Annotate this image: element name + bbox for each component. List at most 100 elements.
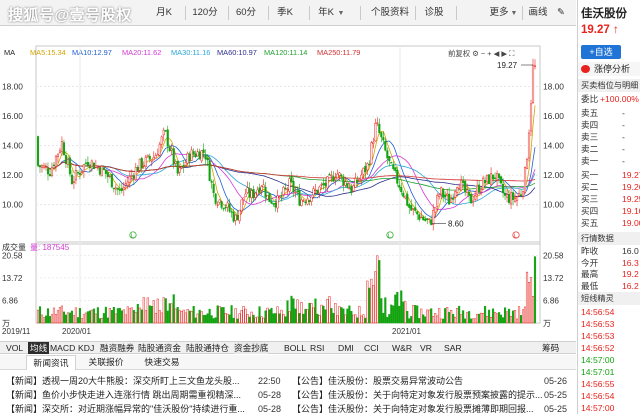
tab-related-quotes[interactable]: 关联报价: [80, 355, 132, 370]
volume-bar: [454, 316, 457, 324]
tab-120min[interactable]: 120分: [190, 5, 220, 21]
volume-bar: [80, 318, 83, 324]
indicator-tab[interactable]: 筹码: [542, 342, 559, 354]
candle: [360, 174, 363, 180]
candle: [404, 195, 407, 199]
candle: [326, 176, 329, 189]
indicator-tab[interactable]: DMI: [338, 342, 354, 354]
tick-row[interactable]: 14:56:52: [578, 342, 640, 354]
volume-tick-left: 13.72: [2, 274, 23, 283]
indicator-tab[interactable]: KDJ: [78, 342, 94, 354]
tab-diagnose[interactable]: 诊股: [422, 5, 446, 21]
quote-row-value: 19.2: [622, 269, 639, 279]
candle: [334, 177, 337, 181]
indicator-tab[interactable]: CCI: [364, 342, 379, 354]
candle: [212, 183, 215, 193]
volume-bar: [472, 318, 475, 324]
indicator-tab[interactable]: 均线: [28, 342, 50, 354]
news-title[interactable]: 【公告】佳沃股份：股票交易异常波动公告: [292, 374, 542, 388]
volume-bar: [156, 298, 159, 324]
volume-bar: [328, 296, 331, 324]
volume-bar: [44, 315, 48, 324]
tab-company-profile[interactable]: 个股资料: [370, 5, 410, 21]
volume-bar: [380, 298, 383, 324]
tick-row[interactable]: 14:56:54: [578, 390, 640, 402]
volume-bar: [226, 313, 229, 324]
more-menu[interactable]: 更多: [489, 5, 509, 21]
indicator-tab[interactable]: W&R: [392, 342, 412, 354]
candle: [470, 194, 473, 204]
volume-bar: [100, 317, 103, 324]
volume-bar: [523, 306, 527, 324]
tab-news[interactable]: 新闻资讯: [26, 355, 76, 370]
indicator-tab[interactable]: VR: [420, 342, 432, 354]
news-title[interactable]: 【新闻】透视一周20大牛熊股：深交所盯上三文鱼龙头股...: [6, 374, 256, 388]
candle: [310, 196, 313, 202]
volume-bar: [360, 315, 363, 324]
order-book-title: 买卖档位与明细: [578, 79, 640, 92]
indicator-tab[interactable]: 融资融券: [100, 342, 134, 354]
news-title[interactable]: 【新闻】鱼价小步快走进入连涨行情 跳出周期需重视精深...: [6, 388, 256, 402]
tick-row[interactable]: 14:56:55: [578, 378, 640, 390]
chevron-down-icon[interactable]: ▼: [336, 5, 346, 21]
tab-season-k[interactable]: 季K: [275, 5, 295, 21]
news-title[interactable]: 【新闻】深交所：对近期涨幅异常的"佳沃股份"持续进行重...: [6, 402, 256, 414]
indicator-tab[interactable]: MACD: [50, 342, 75, 354]
news-row[interactable]: 【新闻】深交所：对近期涨幅异常的"佳沃股份"持续进行重... 05-28 【公告…: [0, 402, 576, 414]
volume-bar: [72, 315, 75, 324]
indicator-tab[interactable]: SAR: [444, 342, 462, 354]
tick-row[interactable]: 14:56:53: [578, 318, 640, 330]
tab-60min[interactable]: 60分: [233, 5, 259, 21]
quote-row-value: -: [622, 108, 625, 118]
volume-bar: [498, 312, 501, 324]
volume-bar: [312, 307, 315, 324]
volume-bar: [242, 305, 245, 324]
wei-bi-label: 委比: [581, 94, 599, 104]
candle: [258, 187, 261, 193]
tab-month-k[interactable]: 月K: [152, 5, 176, 21]
pencil-icon[interactable]: ✎: [551, 5, 571, 21]
candle: [146, 154, 149, 158]
candle: [272, 203, 275, 205]
tick-row[interactable]: 14:57:01: [578, 366, 640, 378]
indicator-tab[interactable]: 陆股通持仓: [186, 342, 229, 354]
volume-bar: [470, 318, 473, 324]
x-axis-label: 2020/01: [62, 327, 91, 336]
indicator-tab[interactable]: BOLL: [284, 342, 306, 354]
news-date: 05-25: [544, 404, 568, 414]
news-title[interactable]: 【公告】佳沃股份：关于向特定对象发行股票预案披露的提示...: [292, 388, 542, 402]
volume-bar: [202, 314, 205, 324]
volume-bar: [525, 271, 529, 324]
tick-row[interactable]: 14:57:00: [578, 354, 640, 366]
indicator-tab[interactable]: 陆股通资金: [138, 342, 181, 354]
stock-price: 19.27 ↑: [581, 24, 619, 36]
tick-row[interactable]: 14:56:54: [578, 306, 640, 318]
news-row[interactable]: 【新闻】透视一周20大牛熊股：深交所盯上三文鱼龙头股... 22:50 【公告】…: [0, 374, 576, 388]
volume-bar: [154, 313, 157, 324]
volume-bar: [138, 307, 141, 324]
candle: [248, 187, 251, 198]
add-watchlist-button[interactable]: +自选: [581, 45, 621, 59]
chevron-down-icon[interactable]: ▼: [509, 5, 519, 21]
volume-bar: [116, 308, 119, 324]
volume-bar: [356, 317, 359, 324]
tick-row[interactable]: 14:56:53: [578, 330, 640, 342]
quote-row-value: -: [622, 144, 625, 154]
price-tick-left: 16.00: [2, 111, 23, 121]
limit-up-analysis[interactable]: 涨停分析: [578, 62, 640, 76]
candle: [440, 187, 443, 195]
indicator-tab[interactable]: VOL: [6, 342, 23, 354]
quote-row-value: 19.10: [622, 206, 640, 216]
news-row[interactable]: 【新闻】鱼价小步快走进入连涨行情 跳出周期需重视精深... 05-28 【公告】…: [0, 388, 576, 402]
candle: [100, 165, 103, 177]
tab-year-k[interactable]: 年K: [316, 5, 336, 21]
indicator-tab[interactable]: 资金抄底: [234, 342, 269, 354]
volume-bar: [406, 311, 409, 324]
draw-line-button[interactable]: 画线: [527, 5, 549, 21]
volume-bar: [408, 318, 411, 324]
news-title[interactable]: 【公告】佳沃股份：关于向特定对象发行股票摊薄即期回报...: [292, 402, 542, 414]
kline-chart[interactable]: 18.00 18.00 16.00 16.00 14.00 14.00 12.00 12.00…: [0, 26, 576, 340]
indicator-tab[interactable]: RSI: [310, 342, 324, 354]
tick-row[interactable]: 14:57:00: [578, 402, 640, 414]
tab-quick-trade[interactable]: 快速交易: [136, 355, 188, 370]
